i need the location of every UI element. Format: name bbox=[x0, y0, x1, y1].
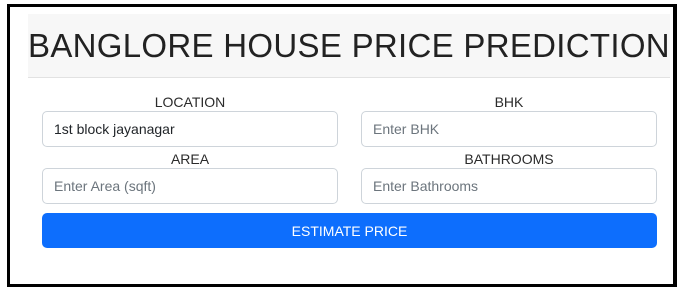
page-title: BANGLORE HOUSE PRICE PREDICTION bbox=[28, 26, 670, 64]
area-input[interactable] bbox=[42, 168, 338, 204]
app-frame: BANGLORE HOUSE PRICE PREDICTION LOCATION… bbox=[7, 4, 677, 287]
location-label: LOCATION bbox=[154, 94, 226, 110]
bhk-input[interactable] bbox=[361, 111, 657, 147]
bathrooms-input[interactable] bbox=[361, 168, 657, 204]
header-bar: BANGLORE HOUSE PRICE PREDICTION bbox=[28, 14, 670, 78]
bhk-label: BHK bbox=[494, 94, 524, 110]
bathrooms-label: BATHROOMS bbox=[464, 151, 554, 167]
location-input[interactable] bbox=[42, 111, 338, 147]
area-label: AREA bbox=[170, 151, 210, 167]
estimate-price-button[interactable]: ESTIMATE PRICE bbox=[42, 213, 657, 248]
